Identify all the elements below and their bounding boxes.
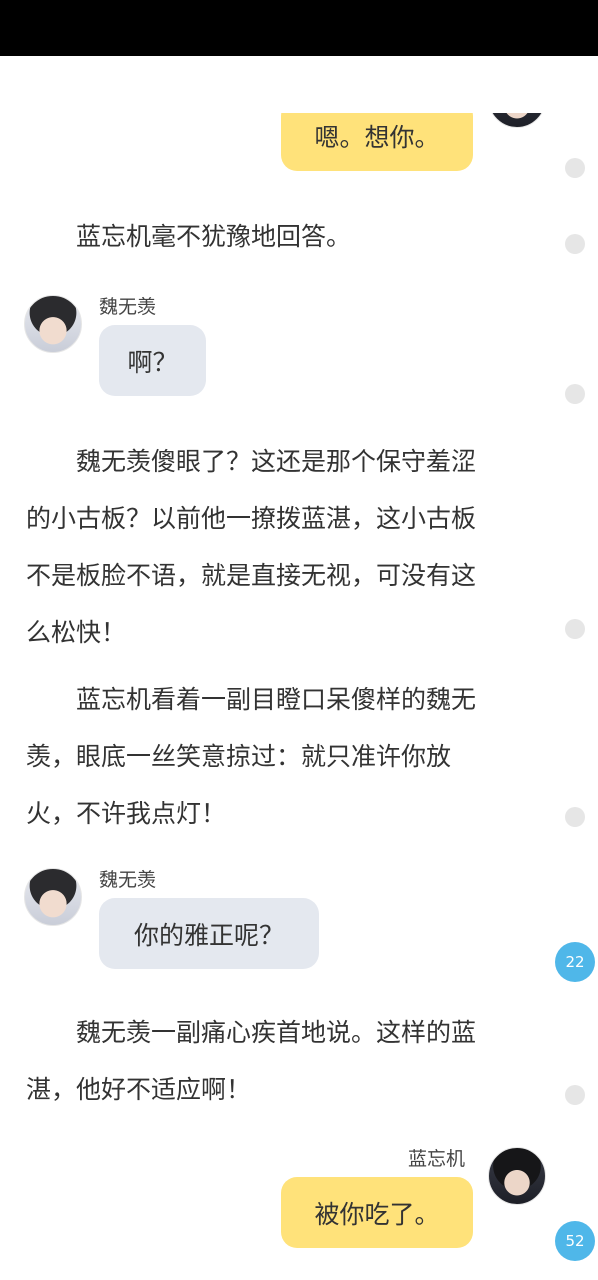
narration-line: 湛，他好不适应啊！	[26, 1075, 252, 1104]
speaker-name: 魏无羡	[99, 296, 157, 318]
status-bar	[0, 0, 598, 56]
narration-line: 火，不许我点灯！	[26, 799, 227, 828]
message-bubble-weiwuxian[interactable]: 你的雅正呢？	[99, 898, 319, 969]
comment-count-badge[interactable]: 22	[555, 942, 595, 982]
comment-dot-icon[interactable]	[565, 807, 585, 827]
narration-line: 蓝忘机毫不犹豫地回答。	[26, 222, 352, 251]
narration-line: 的小古板？以前他一撩拨蓝湛，这小古板	[26, 504, 477, 533]
scroll-mask	[0, 56, 598, 113]
comment-dot-icon[interactable]	[565, 619, 585, 639]
narration-line: 不是板脸不语，就是直接无视，可没有这	[26, 561, 477, 590]
lanwangji-avatar-icon[interactable]	[488, 1147, 546, 1205]
comment-dot-icon[interactable]	[565, 1085, 585, 1105]
weiwuxian-avatar-icon[interactable]	[24, 868, 82, 926]
narration-line: 羡，眼底一丝笑意掠过：就只准许你放	[26, 742, 452, 771]
narration-line: 魏无羡傻眼了？这还是那个保守羞涩	[26, 447, 477, 476]
message-bubble-weiwuxian[interactable]: 啊？	[99, 325, 206, 396]
speaker-name: 魏无羡	[99, 869, 157, 891]
narration-line: 魏无羡一副痛心疾首地说。这样的蓝	[26, 1018, 477, 1047]
message-bubble-lanwangji[interactable]: 被你吃了。	[281, 1177, 473, 1248]
comment-count-badge[interactable]: 52	[555, 1221, 595, 1261]
narration-line: 么松快！	[26, 618, 127, 647]
speaker-name: 蓝忘机	[408, 1148, 466, 1170]
weiwuxian-avatar-icon[interactable]	[24, 295, 82, 353]
comment-dot-icon[interactable]	[565, 234, 585, 254]
narration-line: 蓝忘机看着一副目瞪口呆傻样的魏无	[26, 685, 477, 714]
narration-paragraph: 蓝忘机毫不犹豫地回答。	[26, 208, 546, 265]
narration-paragraph: 蓝忘机看着一副目瞪口呆傻样的魏无 羡，眼底一丝笑意掠过：就只准许你放 火，不许我…	[26, 671, 546, 842]
narration-paragraph: 魏无羡傻眼了？这还是那个保守羞涩 的小古板？以前他一撩拨蓝湛，这小古板 不是板脸…	[26, 433, 546, 661]
comment-dot-icon[interactable]	[565, 384, 585, 404]
comment-dot-icon[interactable]	[565, 158, 585, 178]
narration-paragraph: 魏无羡一副痛心疾首地说。这样的蓝 湛，他好不适应啊！	[26, 1004, 546, 1118]
